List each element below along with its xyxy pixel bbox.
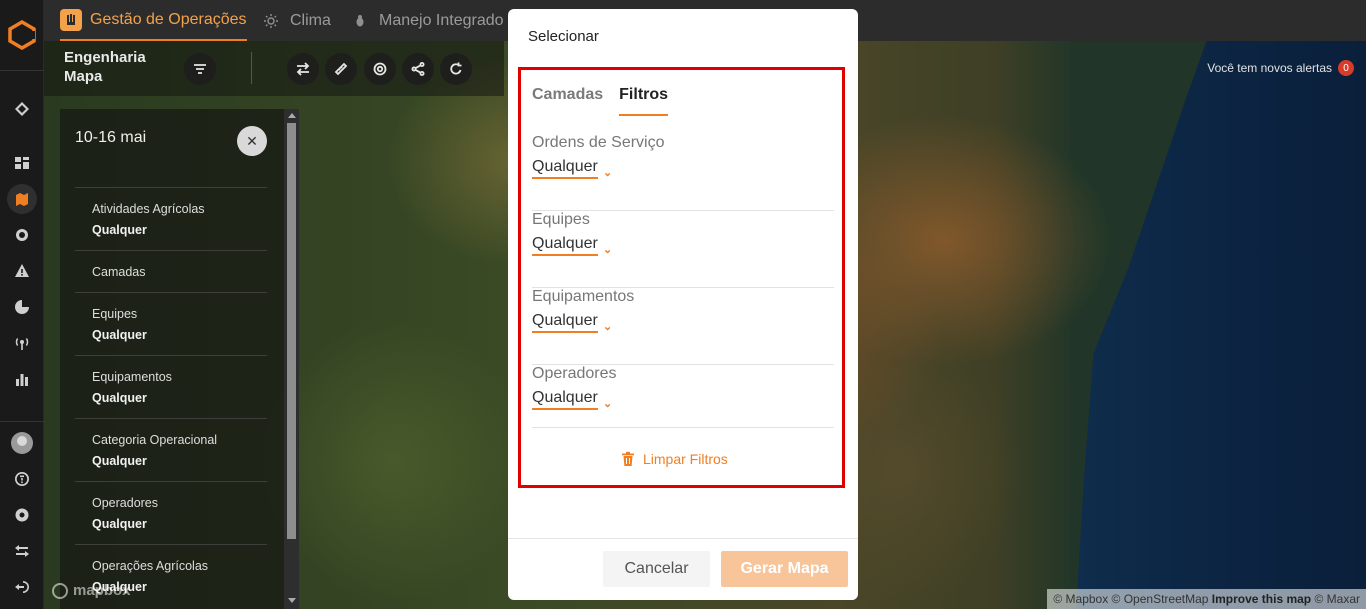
tab-label: Clima — [290, 11, 331, 29]
summary-value: Qualquer — [92, 454, 147, 468]
improve-map-link[interactable]: Improve this map — [1212, 592, 1311, 606]
tab-filtros[interactable]: Filtros — [619, 86, 669, 116]
summary-scrollbar[interactable] — [284, 109, 299, 609]
trash-icon — [622, 451, 634, 466]
help-icon[interactable] — [12, 469, 32, 489]
chevron-down-icon[interactable]: ⌄ — [603, 320, 612, 333]
date-range: 10-16 mai — [75, 129, 147, 146]
summary-label: Operadores — [92, 496, 159, 510]
ocean-area — [1076, 41, 1366, 609]
summary-row-categoria[interactable]: Categoria Operacional Qualquer — [75, 418, 267, 481]
antenna-icon[interactable] — [12, 333, 32, 353]
app-logo[interactable] — [7, 19, 37, 51]
summary-value: Qualquer — [92, 328, 147, 342]
tab-camadas[interactable]: Camadas — [532, 86, 603, 116]
sun-icon — [260, 10, 282, 32]
alerts-notice[interactable]: Você tem novos alertas 0 — [1207, 60, 1354, 76]
left-rail — [0, 0, 44, 609]
filter-select[interactable]: Qualquer — [532, 235, 598, 256]
weather-icon[interactable] — [12, 225, 32, 245]
rail-divider — [0, 421, 44, 422]
generate-map-button[interactable]: Gerar Mapa — [721, 551, 848, 587]
scroll-up-arrow[interactable] — [288, 113, 296, 118]
mapbox-icon — [52, 582, 68, 599]
avatar[interactable] — [11, 432, 33, 454]
operations-icon[interactable] — [7, 184, 37, 214]
filter-button[interactable] — [184, 53, 216, 85]
summary-value: Qualquer — [92, 517, 147, 531]
tab-clima[interactable]: Clima — [260, 0, 331, 41]
summary-label: Categoria Operacional — [92, 433, 218, 447]
scroll-down-arrow[interactable] — [288, 598, 296, 603]
pie-chart-icon[interactable] — [12, 297, 32, 317]
chevron-down-icon[interactable]: ⌄ — [603, 397, 612, 410]
filter-label: Ordens de Serviço — [532, 134, 665, 151]
filter-ordens-de-servico: Ordens de Serviço Qualquer ⌄ — [532, 134, 834, 211]
summary-value: Qualquer — [92, 223, 147, 237]
tab-manejo-integrado[interactable]: Manejo Integrado — [349, 0, 504, 41]
scroll-thumb[interactable] — [287, 123, 296, 539]
summary-label: Operações Agrícolas — [92, 559, 209, 573]
cancel-button[interactable]: Cancelar — [603, 551, 710, 587]
tab-label: Gestão de Operações — [90, 10, 247, 28]
map-title: Engenharia Mapa — [64, 49, 146, 85]
chevron-down-icon[interactable]: ⌄ — [603, 243, 612, 256]
summary-row-atividades[interactable]: Atividades Agrícolas Qualquer — [75, 187, 267, 250]
filter-operadores: Operadores Qualquer ⌄ — [532, 365, 834, 428]
filter-icon — [194, 64, 206, 74]
tab-label: Manejo Integrado — [379, 11, 504, 29]
refresh-button[interactable] — [440, 53, 472, 85]
dialog-tabs: Camadas Filtros — [532, 86, 684, 116]
summary-row-camadas[interactable]: Camadas — [75, 250, 267, 292]
gear-icon[interactable] — [12, 505, 32, 525]
swap-button[interactable] — [287, 53, 319, 85]
hand-icon — [60, 8, 82, 31]
summary-value: Qualquer — [92, 391, 147, 405]
clear-filters-button[interactable]: Limpar Filtros — [620, 451, 728, 467]
summary-label: Atividades Agrícolas — [92, 202, 205, 216]
dialog-footer-divider — [508, 538, 858, 539]
measure-button[interactable] — [325, 53, 357, 85]
summary-label: Camadas — [92, 265, 146, 279]
filter-select[interactable]: Qualquer — [532, 158, 598, 179]
settings-button[interactable] — [364, 53, 396, 85]
swap-arrows-icon — [296, 62, 310, 76]
swap-icon[interactable] — [12, 541, 32, 561]
summary-label: Equipes — [92, 307, 138, 321]
dialog-title: Selecionar — [528, 28, 599, 45]
filter-select[interactable]: Qualquer — [532, 312, 598, 333]
dashboard-icon[interactable] — [12, 153, 32, 173]
share-icon — [411, 61, 425, 76]
ruler-icon — [334, 62, 348, 76]
summary-row-operadores[interactable]: Operadores Qualquer — [75, 481, 267, 544]
summary-panel: 10-16 mai ✕ Atividades Agrícolas Qualque… — [60, 109, 284, 609]
bug-icon — [349, 10, 371, 32]
share-button[interactable] — [402, 53, 434, 85]
filter-select[interactable]: Qualquer — [532, 389, 598, 410]
summary-label: Equipamentos — [92, 370, 172, 384]
alerts-text: Você tem novos alertas — [1207, 61, 1332, 75]
rail-divider — [0, 70, 44, 71]
chevron-down-icon[interactable]: ⌄ — [603, 166, 612, 179]
filter-label: Equipes — [532, 211, 590, 228]
gear-icon — [373, 62, 387, 76]
filter-equipamentos: Equipamentos Qualquer ⌄ — [532, 288, 834, 365]
filter-label: Operadores — [532, 365, 617, 382]
warning-icon[interactable] — [12, 261, 32, 281]
logout-icon[interactable] — [12, 577, 32, 597]
map-attribution: © Mapbox © OpenStreetMap Improve this ma… — [1047, 589, 1366, 609]
filter-label: Equipamentos — [532, 288, 635, 305]
filter-equipes: Equipes Qualquer ⌄ — [532, 211, 834, 288]
clear-filters-label: Limpar Filtros — [643, 451, 728, 467]
diamond-logo-icon[interactable] — [12, 99, 32, 119]
bar-chart-icon[interactable] — [12, 369, 32, 389]
tab-gestao-de-operacoes[interactable]: Gestão de Operações — [60, 0, 247, 41]
alerts-count-badge: 0 — [1338, 60, 1354, 76]
toolbar-divider — [251, 52, 252, 84]
refresh-icon — [450, 62, 462, 75]
summary-row-equipes[interactable]: Equipes Qualquer — [75, 292, 267, 355]
close-icon[interactable]: ✕ — [237, 126, 267, 156]
summary-row-equipamentos[interactable]: Equipamentos Qualquer — [75, 355, 267, 418]
mapbox-logo: mapbox — [52, 582, 131, 599]
